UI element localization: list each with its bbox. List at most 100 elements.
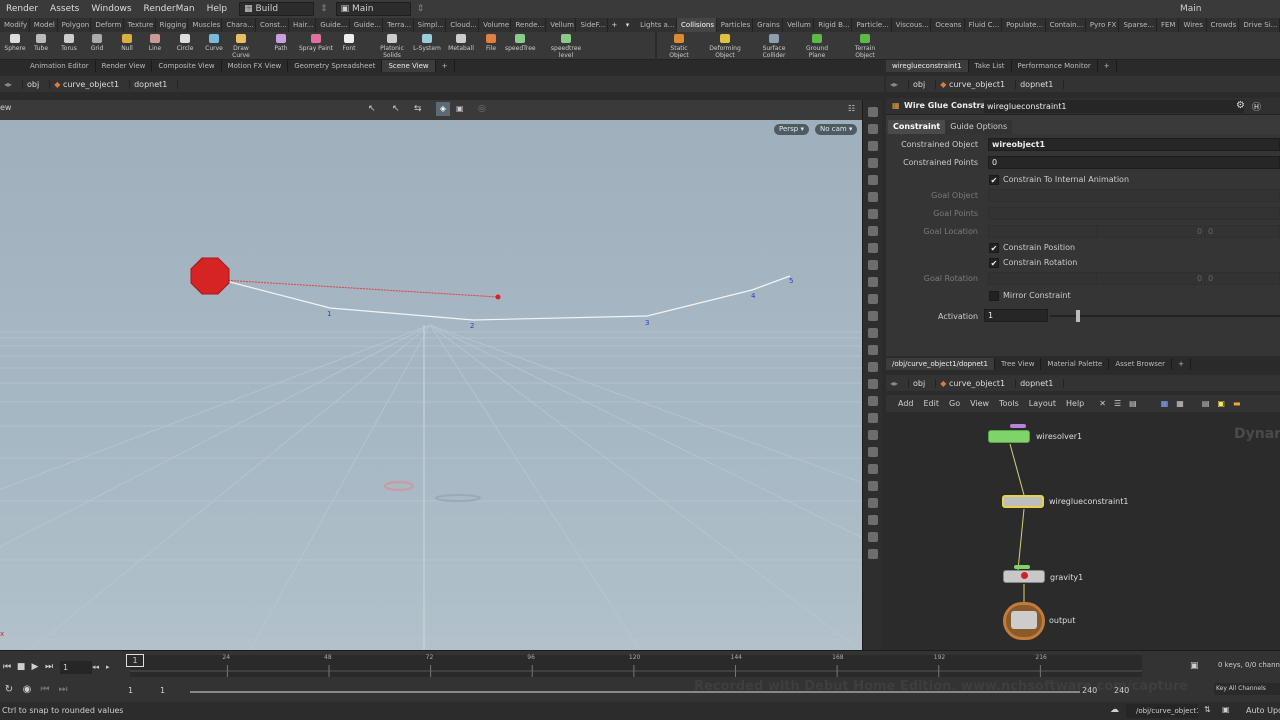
menu-render[interactable]: Render <box>0 4 44 14</box>
network-menu-help[interactable]: Help <box>1061 399 1089 408</box>
path-curve-object[interactable]: ◆ curve_object1 <box>50 79 131 89</box>
shelf-tab-model[interactable]: Model <box>30 18 58 32</box>
tab-constraint[interactable]: Constraint <box>888 120 946 134</box>
shelf-tab-rende[interactable]: Rende... <box>511 18 547 32</box>
constrained-object-field[interactable]: wireobject1 <box>988 138 1280 151</box>
shelf-tab-guide[interactable]: Guide... <box>350 18 384 32</box>
viewport-menu-icon[interactable]: ☷ <box>848 104 855 113</box>
network-back-icon[interactable]: ◂▸ <box>886 378 910 388</box>
menu-help[interactable]: Help <box>201 4 234 14</box>
grid-view-icon[interactable]: ▦ <box>1157 399 1173 408</box>
shelf-tool-speedtree-level[interactable]: speedtree level <box>546 34 586 59</box>
help-icon[interactable]: Ⓗ <box>1252 100 1261 113</box>
abc-icon[interactable] <box>867 464 878 474</box>
desktop-arrow-icon[interactable]: ⇕ <box>320 4 328 14</box>
shelf-tool-tube[interactable]: Tube <box>26 34 56 52</box>
network-menu-view[interactable]: View <box>965 399 994 408</box>
tab-network-path[interactable]: /obj/curve_object1/dopnet1 <box>886 358 995 370</box>
frame-field[interactable]: 1 <box>60 660 92 674</box>
jump-end-icon[interactable]: ⏭ <box>42 662 56 672</box>
template-icon[interactable] <box>867 447 878 457</box>
range-start-field-2[interactable]: 1 <box>160 686 165 695</box>
add-shelf-icon[interactable]: + <box>608 21 621 29</box>
shelf-tab-lights-a[interactable]: Lights a... <box>636 18 678 32</box>
shelf-tab-wires[interactable]: Wires <box>1179 18 1207 32</box>
select-tool-icon[interactable]: ↖ <box>368 104 376 114</box>
snap-icon[interactable]: ◎ <box>478 104 486 114</box>
view-icon[interactable]: ▣ <box>456 104 464 113</box>
shelf-tab-crowds[interactable]: Crowds <box>1207 18 1240 32</box>
shelf-tool-draw-curve[interactable]: Draw Curve <box>226 34 256 59</box>
node-wiresolver1[interactable] <box>988 430 1030 443</box>
uv-icon[interactable] <box>867 362 878 372</box>
render-icon[interactable] <box>867 549 878 559</box>
key-icon[interactable]: ▣ <box>1190 661 1199 671</box>
shelf-tab-sidef[interactable]: SideF... <box>576 18 608 32</box>
shelf-tool-font[interactable]: Font <box>334 34 364 52</box>
shelf-tab-vellum[interactable]: Vellum <box>546 18 577 32</box>
layout-icon[interactable] <box>867 532 878 542</box>
shelf-tab-rigging[interactable]: Rigging <box>156 18 189 32</box>
update-icon[interactable]: ⇅ <box>1204 705 1211 714</box>
point-display-icon[interactable] <box>867 243 878 253</box>
shelf-tool-curve[interactable]: Curve <box>199 34 229 52</box>
light-bulb-icon[interactable] <box>867 209 878 219</box>
add-tab-icon[interactable]: + <box>436 60 455 72</box>
background-icon[interactable] <box>867 481 878 491</box>
shelf-tool-spray-paint[interactable]: Spray Paint <box>296 34 336 52</box>
network-editor[interactable]: Dynar wiresolver1 wireglueconstraint1 gr… <box>886 412 1280 650</box>
shelf-tool-static-object[interactable]: Static Object <box>660 34 698 59</box>
tab-performance-monitor[interactable]: Performance Monitor <box>1012 60 1098 72</box>
constrain-rotation-checkbox[interactable]: ✔ <box>989 258 999 268</box>
info-icon[interactable] <box>867 515 878 525</box>
persp-button[interactable]: Persp ▾ <box>774 124 809 135</box>
params-path-obj[interactable]: obj <box>909 79 937 89</box>
tab-material-palette[interactable]: Material Palette <box>1041 358 1110 370</box>
constrain-position-checkbox[interactable]: ✔ <box>989 243 999 253</box>
tab-guide-options[interactable]: Guide Options <box>945 120 1013 134</box>
network-path-obj[interactable]: obj <box>909 378 937 388</box>
render-region-icon[interactable] <box>867 498 878 508</box>
palette-icon[interactable]: ▬ <box>1229 399 1245 408</box>
tab-motion-fx-view[interactable]: Motion FX View <box>222 60 289 72</box>
params-path-curve[interactable]: ◆ curve_object1 <box>936 79 1017 89</box>
shelf-tool-terrain-object[interactable]: Terrain Object <box>846 34 884 59</box>
shelf-tab-muscles[interactable]: Muscles <box>188 18 223 32</box>
jump-start-icon[interactable]: ⏮ <box>0 662 14 672</box>
shelf-tab-contain[interactable]: Contain... <box>1046 18 1086 32</box>
add-network-tab-icon[interactable]: + <box>1172 358 1191 370</box>
safe-area-icon[interactable] <box>867 379 878 389</box>
display-options-icon[interactable] <box>867 107 878 117</box>
cloud-icon[interactable]: ☁ <box>1110 705 1119 715</box>
layout-grid-icon[interactable]: ▦ <box>1172 399 1188 408</box>
node-name-field[interactable]: wireglueconstraint1 <box>984 100 1244 113</box>
shelf-tab-guide[interactable]: Guide... <box>316 18 350 32</box>
shelf-tab-volume[interactable]: Volume <box>479 18 512 32</box>
activation-slider-track[interactable] <box>1050 315 1280 317</box>
status-path[interactable]: /obj/curve_object1/dopnet1 <box>1126 704 1198 718</box>
range-start-field[interactable]: 1 <box>128 686 133 695</box>
smooth-shaded-icon[interactable] <box>867 192 878 202</box>
number-display-icon[interactable] <box>867 311 878 321</box>
vertex-icon[interactable] <box>867 277 878 287</box>
step-forward-icon[interactable]: ▸ <box>106 663 116 671</box>
shelf-tab-fluid-c[interactable]: Fluid C... <box>965 18 1003 32</box>
lock-camera-icon[interactable] <box>867 124 878 134</box>
shelf-tab-oceans[interactable]: Oceans <box>931 18 965 32</box>
shelf-tab-deform[interactable]: Deform <box>91 18 124 32</box>
shelf-tool-deforming-object[interactable]: Deforming Object <box>706 34 744 59</box>
loop-icon[interactable]: ◉ <box>18 684 36 695</box>
shelf-tab-populate[interactable]: Populate... <box>1002 18 1046 32</box>
range-end-icon[interactable]: ⏭ <box>54 684 72 695</box>
shelf-tab-polygon[interactable]: Polygon <box>58 18 92 32</box>
network-arrow-icon[interactable]: ⇕ <box>417 4 425 14</box>
transform-icon[interactable]: ⇆ <box>414 104 422 114</box>
activation-slider-handle[interactable] <box>1076 310 1080 322</box>
tab-scene-view[interactable]: Scene View <box>382 60 436 72</box>
shelf-tab-pyro-fx[interactable]: Pyro FX <box>1086 18 1120 32</box>
key-all-channels-button[interactable]: Key All Channels <box>1214 683 1280 695</box>
desktop-selector[interactable]: ▦ Build <box>239 2 315 16</box>
shelf-tab-vellum[interactable]: Vellum <box>783 18 815 32</box>
shelf-tool-grid[interactable]: Grid <box>82 34 112 52</box>
menu-renderman[interactable]: RenderMan <box>138 4 201 14</box>
